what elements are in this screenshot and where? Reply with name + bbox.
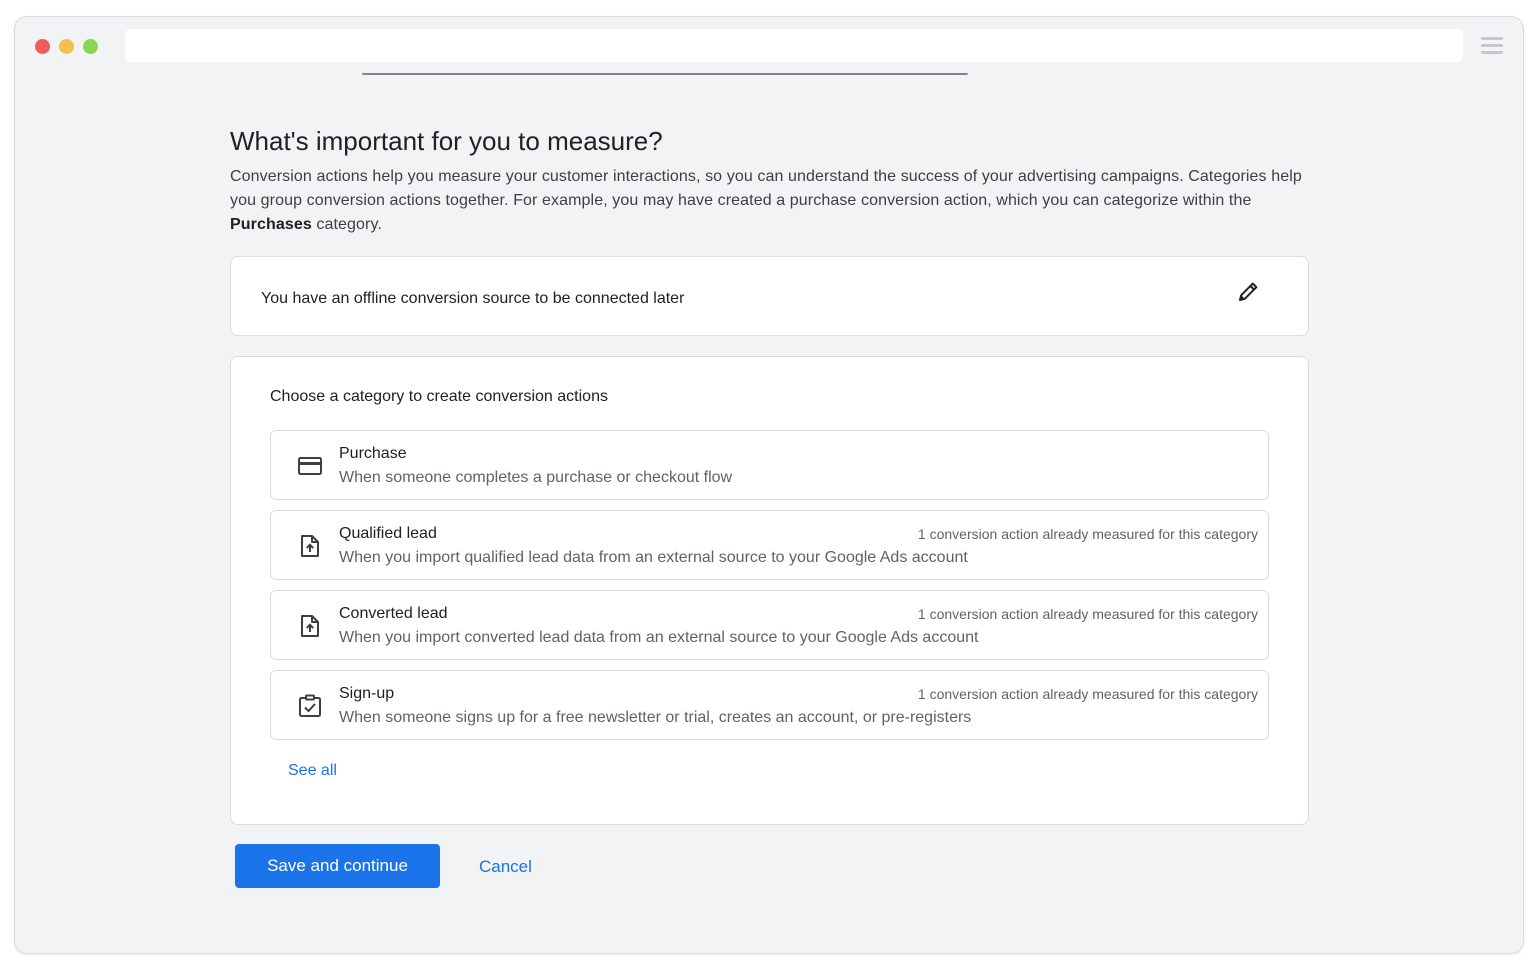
pencil-icon[interactable] bbox=[1235, 279, 1261, 305]
clipboard-check-icon bbox=[297, 693, 323, 719]
save-and-continue-button[interactable]: Save and continue bbox=[235, 844, 440, 888]
close-window-button[interactable] bbox=[35, 39, 50, 54]
address-bar[interactable] bbox=[125, 29, 1463, 62]
intro-text: Conversion actions help you measure your… bbox=[230, 165, 1310, 237]
intro-text-part1: Conversion actions help you measure your… bbox=[230, 168, 1302, 209]
see-all-link[interactable]: See all bbox=[288, 762, 337, 780]
page-title: What's important for you to measure? bbox=[230, 126, 663, 156]
category-option-note: 1 conversion action already measured for… bbox=[917, 526, 1258, 542]
category-heading: Choose a category to create conversion a… bbox=[270, 388, 608, 405]
category-option-note: 1 conversion action already measured for… bbox=[917, 686, 1258, 702]
conversion-source-card: You have an offline conversion source to… bbox=[230, 256, 1309, 336]
category-option-description: When you import converted lead data from… bbox=[339, 629, 979, 646]
maximize-window-button[interactable] bbox=[83, 39, 98, 54]
category-option-qualified-lead[interactable]: Qualified lead 1 conversion action alrea… bbox=[270, 510, 1269, 580]
category-option-converted-lead[interactable]: Converted lead 1 conversion action alrea… bbox=[270, 590, 1269, 660]
category-option-description: When someone completes a purchase or che… bbox=[339, 469, 733, 486]
file-upload-icon bbox=[297, 533, 323, 559]
browser-window: What's important for you to measure? Con… bbox=[15, 17, 1523, 953]
category-option-description: When you import qualified lead data from… bbox=[339, 549, 968, 566]
conversion-source-text: You have an offline conversion source to… bbox=[261, 290, 685, 307]
intro-text-part2: category. bbox=[311, 216, 382, 233]
cancel-button[interactable]: Cancel bbox=[479, 857, 532, 877]
intro-text-bold: Purchases bbox=[230, 216, 312, 233]
hamburger-menu-icon[interactable] bbox=[1481, 37, 1503, 55]
category-option-title: Sign-up bbox=[339, 685, 395, 702]
category-option-description: When someone signs up for a free newslet… bbox=[339, 709, 972, 726]
main-content: What's important for you to measure? Con… bbox=[230, 117, 1310, 888]
category-card: Choose a category to create conversion a… bbox=[230, 356, 1309, 825]
browser-titlebar bbox=[15, 17, 1523, 75]
file-upload-icon bbox=[297, 613, 323, 639]
category-option-title: Qualified lead bbox=[339, 525, 437, 542]
category-option-title: Purchase bbox=[339, 445, 407, 462]
credit-card-icon bbox=[297, 453, 323, 479]
category-option-purchase[interactable]: Purchase When someone completes a purcha… bbox=[270, 430, 1269, 500]
category-option-title: Converted lead bbox=[339, 605, 448, 622]
category-option-sign-up[interactable]: Sign-up 1 conversion action already meas… bbox=[270, 670, 1269, 740]
scrolled-content-edge bbox=[362, 73, 968, 75]
category-option-note: 1 conversion action already measured for… bbox=[917, 606, 1258, 622]
minimize-window-button[interactable] bbox=[59, 39, 74, 54]
